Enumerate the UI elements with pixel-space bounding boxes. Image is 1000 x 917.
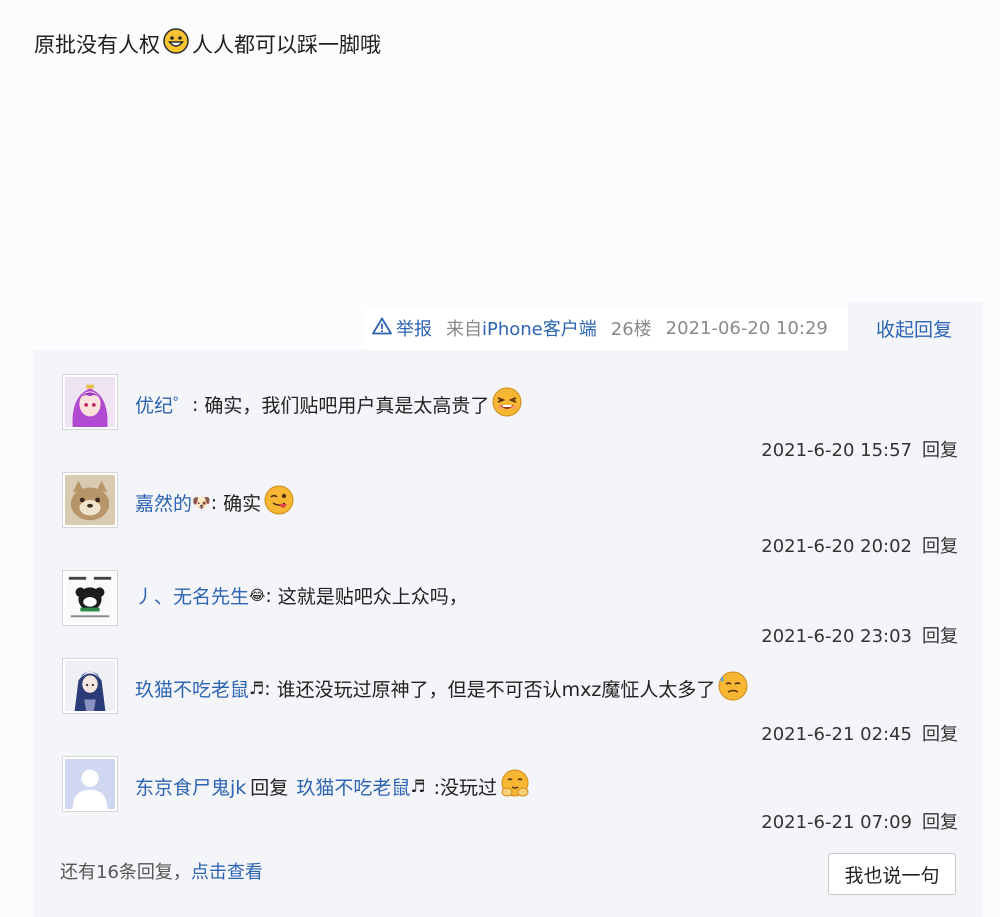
view-more-link[interactable]: 点击查看 [191, 862, 263, 883]
music-note-icon: ♬ [410, 776, 426, 797]
reply-item: 丿、无名先生 😂 : 这就是贴吧众上众吗， 2021-6-20 23:03 回复 [62, 570, 958, 650]
sweat-emoji-icon [717, 670, 749, 707]
reply-meta: 2021-6-20 23:03 回复 [761, 622, 958, 648]
reply-separator: : [210, 491, 218, 514]
report-label: 举报 [396, 319, 432, 340]
warning-icon [372, 317, 396, 340]
reply-content: 东京食尸鬼jk 回复 玖猫不吃老鼠 ♬ :没玩过 [135, 768, 531, 805]
reply-item: 东京食尸鬼jk 回复 玖猫不吃老鼠 ♬ :没玩过 2021-6-21 07:09… [62, 756, 958, 836]
laugh-squint-emoji-icon [491, 386, 523, 423]
reply-separator: : [265, 584, 272, 607]
reply-time: 2021-6-20 15:57 [761, 440, 912, 461]
post-text-end: 人人都可以踩一脚哦 [192, 32, 381, 57]
reply-username[interactable]: 优纪゜ [135, 391, 192, 418]
avatar[interactable] [62, 658, 118, 714]
reply-username[interactable]: 丿、无名先生 [135, 582, 249, 609]
reply-time: 2021-6-20 20:02 [761, 536, 912, 557]
reply-text: 这就是贴吧众上众吗， [277, 586, 468, 608]
reply-button[interactable]: 回复 [922, 536, 958, 557]
reply-word: 回复 [250, 777, 289, 799]
post-meta-bar: 举报 来自iPhone客户端 26楼 2021-06-20 10:29 [362, 306, 848, 350]
reply-username[interactable]: 东京食尸鬼jk [135, 773, 246, 800]
reply-meta: 2021-6-20 15:57 回复 [761, 436, 958, 462]
more-replies-text: 还有16条回复， [60, 862, 191, 883]
client-prefix: 来自 [446, 319, 482, 340]
reply-time: 2021-6-21 07:09 [761, 812, 912, 833]
reply-time: 2021-6-20 23:03 [761, 626, 912, 647]
reply-content: 丿、无名先生 😂 : 这就是贴吧众上众吗， [135, 582, 468, 609]
grin-emoji-icon [163, 28, 189, 59]
reply-text: 谁还没玩过原神了，但是不可否认mxz魔怔人太多了 [276, 679, 716, 701]
tongue-out-emoji-icon [263, 484, 295, 521]
reply-panel: 优纪゜ : 确实，我们贴吧用户真是太高贵了 2021-6-20 15:57 回复 [34, 350, 982, 917]
report-button[interactable]: 举报 [372, 315, 432, 341]
reply-username[interactable]: 玖猫不吃老鼠 [135, 675, 249, 702]
client-name[interactable]: iPhone客户端 [482, 319, 597, 340]
reply-meta: 2021-6-21 02:45 回复 [761, 720, 958, 746]
reply-text: :没玩过 [433, 777, 497, 799]
reply-text: 确实 [223, 493, 262, 515]
avatar[interactable] [62, 570, 118, 626]
reply-content: 优纪゜ : 确实，我们贴吧用户真是太高贵了 [135, 386, 523, 423]
more-replies: 还有16条回复，点击查看 [60, 858, 263, 884]
avatar[interactable] [62, 374, 118, 430]
blush-hands-emoji-icon [499, 768, 531, 805]
reply-target-username[interactable]: 玖猫不吃老鼠 [296, 773, 410, 800]
tears-of-joy-icon: 😂 [249, 587, 266, 604]
avatar[interactable] [62, 472, 118, 528]
reply-button[interactable]: 回复 [922, 440, 958, 461]
reply-username[interactable]: 嘉然的 [135, 489, 192, 516]
reply-text: 确实，我们贴吧用户真是太高贵了 [204, 395, 490, 417]
music-note-icon: ♬ [249, 678, 265, 699]
reply-separator: : [192, 393, 199, 416]
reply-item: 优纪゜ : 确实，我们贴吧用户真是太高贵了 2021-6-20 15:57 回复 [62, 374, 958, 461]
reply-button[interactable]: 回复 [922, 626, 958, 647]
post-content: 原批没有人权 人人都可以踩一脚哦 [34, 28, 381, 59]
reply-item: 玖猫不吃老鼠 ♬ : 谁还没玩过原神了，但是不可否认mxz魔怔人太多了 2021… [62, 658, 958, 745]
reply-meta: 2021-6-20 20:02 回复 [761, 532, 958, 558]
reply-item: 嘉然的 🐶 : 确实 2021-6-20 20:02 回复 [62, 472, 958, 557]
reply-button[interactable]: 回复 [922, 724, 958, 745]
reply-time: 2021-6-21 02:45 [761, 724, 912, 745]
floor-number: 26楼 [610, 319, 652, 340]
post-text-start: 原批没有人权 [34, 32, 160, 57]
reply-content: 嘉然的 🐶 : 确实 [135, 484, 295, 521]
reply-button[interactable]: 回复 [922, 812, 958, 833]
reply-content: 玖猫不吃老鼠 ♬ : 谁还没玩过原神了，但是不可否认mxz魔怔人太多了 [135, 670, 749, 707]
reply-separator: : [264, 677, 271, 700]
post-time: 2021-06-20 10:29 [665, 317, 828, 339]
client-source: 来自iPhone客户端 [446, 315, 597, 341]
collapse-replies-button[interactable]: 收起回复 [876, 315, 952, 342]
dog-icon: 🐶 [192, 493, 211, 512]
say-something-button[interactable]: 我也说一句 [828, 853, 956, 895]
reply-meta: 2021-6-21 07:09 回复 [761, 808, 958, 834]
avatar[interactable] [62, 756, 118, 812]
